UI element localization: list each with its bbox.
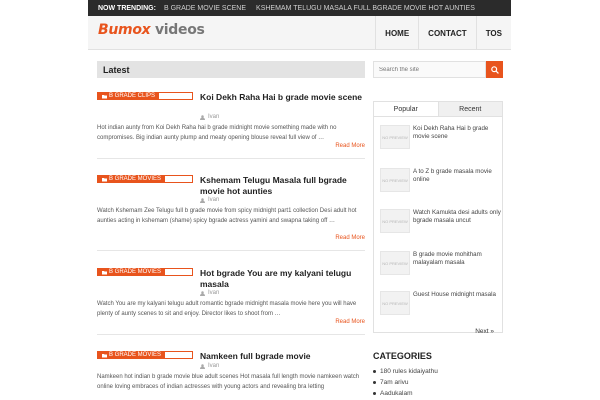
no-preview-thumbnail[interactable]: NO PREVIEW bbox=[380, 251, 410, 275]
bullet-icon bbox=[373, 370, 376, 373]
category-badge[interactable]: B GRADE MOVIES bbox=[97, 351, 193, 359]
category-link[interactable]: 180 rules kidaiyathu bbox=[380, 368, 438, 375]
popular-item[interactable]: NO PREVIEW Koi Dekh Raha Hai b grade mov… bbox=[380, 125, 500, 153]
main-nav: HOME CONTACT TOS bbox=[375, 16, 511, 50]
folder-icon bbox=[102, 353, 107, 357]
user-icon bbox=[200, 197, 205, 203]
trending-bar: NOW TRENDING: B GRADE MOVIE SCENE KSHEMA… bbox=[88, 0, 511, 16]
sidebar: Popular Recent NO PREVIEW Koi Dekh Raha … bbox=[373, 61, 503, 397]
popular-item-title[interactable]: Guest House midnight masala bbox=[413, 291, 501, 299]
popular-item[interactable]: NO PREVIEW Watch Kamukta desi adults onl… bbox=[380, 209, 501, 237]
next-link[interactable]: Next » bbox=[475, 328, 494, 335]
search-icon bbox=[490, 65, 499, 74]
folder-icon bbox=[102, 177, 107, 181]
category-link[interactable]: Aadukalam bbox=[380, 390, 413, 397]
nav-contact[interactable]: CONTACT bbox=[418, 16, 476, 50]
popular-item-title[interactable]: B grade movie mohitham malayalam masala bbox=[413, 251, 501, 267]
nav-tos[interactable]: TOS bbox=[475, 16, 511, 50]
no-preview-thumbnail[interactable]: NO PREVIEW bbox=[380, 209, 410, 233]
post-excerpt: Hot indian aunty from Koi Dekh Raha hai … bbox=[97, 125, 337, 141]
popular-item[interactable]: NO PREVIEW B grade movie mohitham malaya… bbox=[380, 251, 500, 279]
trending-link[interactable]: KSHEMAM TELUGU MASALA FULL BGRADE MOVIE … bbox=[256, 5, 475, 12]
search-input[interactable] bbox=[373, 61, 486, 78]
category-label: B GRADE MOVIES bbox=[109, 176, 162, 182]
divider bbox=[97, 334, 365, 335]
user-icon bbox=[200, 363, 205, 369]
site-header: Bumox videos HOME CONTACT TOS bbox=[88, 16, 511, 50]
trending-link[interactable]: B GRADE MOVIE SCENE bbox=[164, 5, 246, 12]
category-badge[interactable]: B GRADE CLIPS bbox=[97, 92, 193, 100]
post-excerpt: Watch You are my kalyani telugu adult ro… bbox=[97, 301, 357, 317]
category-badge[interactable]: B GRADE MOVIES bbox=[97, 268, 193, 276]
no-preview-thumbnail[interactable]: NO PREVIEW bbox=[380, 168, 410, 192]
popular-item-title[interactable]: Koi Dekh Raha Hai b grade movie scene bbox=[413, 125, 501, 141]
post-author: Ivan bbox=[200, 197, 219, 203]
main-content: Latest B GRADE CLIPS Koi Dekh Raha Hai b… bbox=[97, 61, 365, 390]
trending-label: NOW TRENDING: bbox=[98, 4, 156, 12]
widget-tabs: Popular Recent bbox=[374, 102, 502, 117]
post-title[interactable]: Namkeen full bgrade movie bbox=[200, 351, 365, 362]
author-name[interactable]: Ivan bbox=[208, 363, 219, 369]
author-name[interactable]: Ivan bbox=[208, 197, 219, 203]
user-icon bbox=[200, 290, 205, 296]
category-label: B GRADE MOVIES bbox=[109, 269, 162, 275]
read-more-link[interactable]: Read More bbox=[335, 319, 365, 325]
category-item[interactable]: 180 rules kidaiyathu bbox=[373, 366, 503, 377]
post-title[interactable]: Hot bgrade You are my kalyani telugu mas… bbox=[200, 268, 365, 290]
divider bbox=[97, 250, 365, 251]
category-item[interactable]: Aadukalam bbox=[373, 388, 503, 399]
popular-item[interactable]: NO PREVIEW Guest House midnight masala bbox=[380, 291, 500, 319]
divider bbox=[97, 158, 365, 159]
bullet-icon bbox=[373, 392, 376, 395]
post-title[interactable]: Kshemam Telugu Masala full bgrade movie … bbox=[200, 175, 365, 197]
section-title: Latest bbox=[97, 61, 365, 78]
search-form bbox=[373, 61, 503, 78]
no-preview-thumbnail[interactable]: NO PREVIEW bbox=[380, 125, 410, 149]
popular-item-title[interactable]: Watch Kamukta desi adults only bgrade ma… bbox=[413, 209, 501, 225]
bullet-icon bbox=[373, 381, 376, 384]
folder-icon bbox=[102, 94, 107, 98]
category-item[interactable]: 7am arivu bbox=[373, 377, 503, 388]
category-badge[interactable]: B GRADE MOVIES bbox=[97, 175, 193, 183]
logo-part-videos: videos bbox=[154, 22, 205, 38]
post-excerpt: Watch Kshemam Zee Telugu full b grade mo… bbox=[97, 208, 357, 224]
popular-item-title[interactable]: A to Z b grade masala movie online bbox=[413, 168, 501, 184]
folder-icon bbox=[102, 270, 107, 274]
author-name[interactable]: Ivan bbox=[208, 290, 219, 296]
category-label: B GRADE CLIPS bbox=[109, 93, 156, 99]
read-more-link[interactable]: Read More bbox=[335, 143, 365, 149]
post-author: Ivan bbox=[200, 290, 219, 296]
logo-part-brand: Bumox bbox=[98, 22, 151, 38]
categories-list: 180 rules kidaiyathu 7am arivu Aadukalam bbox=[373, 366, 503, 399]
tab-popular[interactable]: Popular bbox=[374, 102, 439, 116]
categories-heading: CATEGORIES bbox=[373, 351, 432, 361]
post-title[interactable]: Koi Dekh Raha Hai b grade movie scene bbox=[200, 92, 365, 103]
site-logo[interactable]: Bumox videos bbox=[98, 22, 205, 38]
read-more-link[interactable]: Read More bbox=[335, 235, 365, 241]
post-author: Ivan bbox=[200, 114, 219, 120]
category-link[interactable]: 7am arivu bbox=[380, 379, 409, 386]
tab-recent[interactable]: Recent bbox=[438, 102, 502, 116]
nav-home[interactable]: HOME bbox=[375, 16, 418, 50]
author-name[interactable]: Ivan bbox=[208, 114, 219, 120]
post-excerpt: Namkeen hot indian b grade movie blue ad… bbox=[97, 374, 360, 390]
search-button[interactable] bbox=[486, 61, 503, 78]
popular-recent-widget: Popular Recent NO PREVIEW Koi Dekh Raha … bbox=[373, 101, 503, 335]
post-author: Ivan bbox=[200, 363, 219, 369]
popular-item[interactable]: NO PREVIEW A to Z b grade masala movie o… bbox=[380, 168, 500, 196]
user-icon bbox=[200, 114, 205, 120]
no-preview-thumbnail[interactable]: NO PREVIEW bbox=[380, 291, 410, 315]
category-label: B GRADE MOVIES bbox=[109, 352, 162, 358]
